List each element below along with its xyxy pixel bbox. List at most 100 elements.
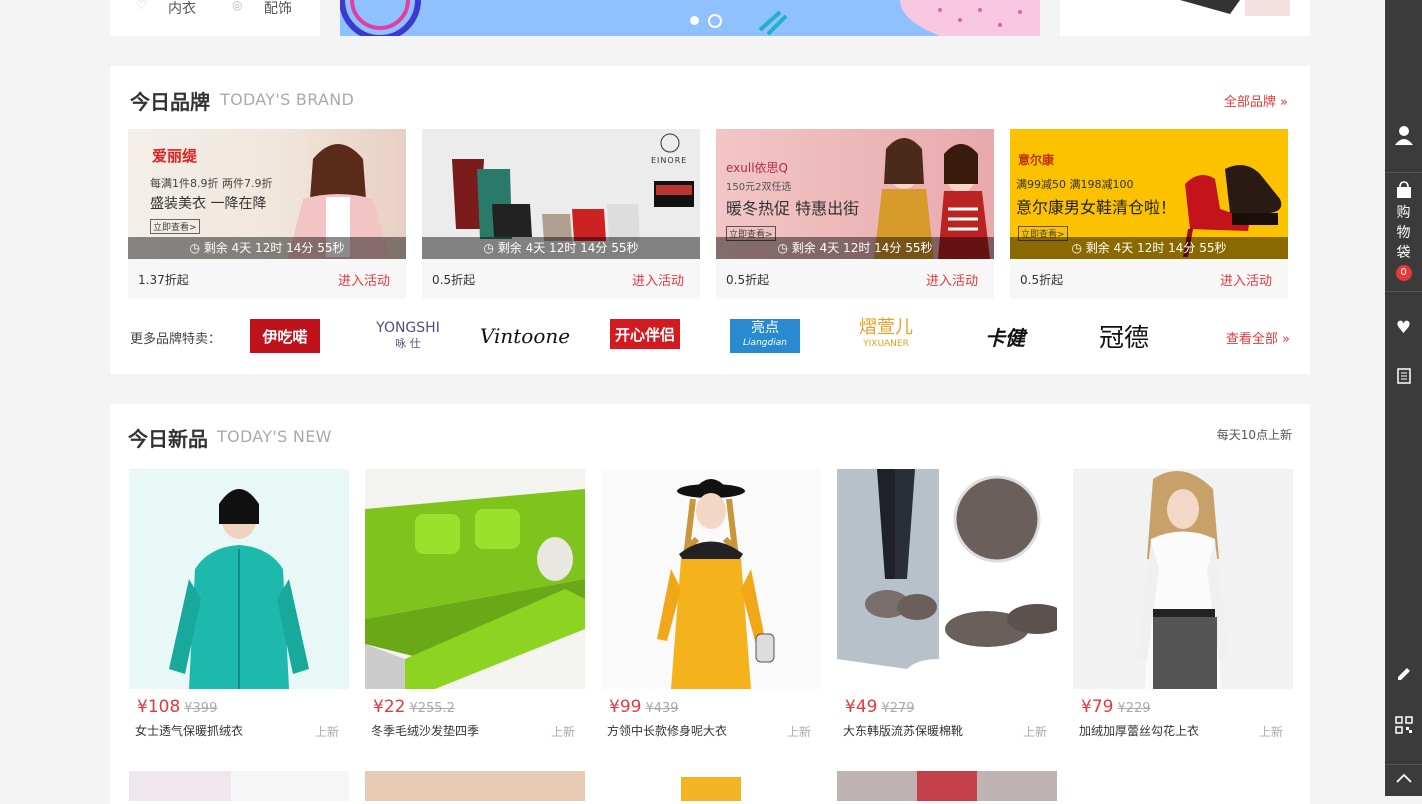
product-price: ¥49 ¥279 bbox=[845, 697, 915, 717]
product-card[interactable]: ¥99 ¥439 方领中长款修身呢大衣 上新 bbox=[601, 469, 821, 759]
brand-logo-yichinuo[interactable]: 伊吃喏 bbox=[250, 319, 320, 353]
countdown-timer: ◷ 剩余 4天 12时 14分 55秒 bbox=[128, 237, 406, 259]
product-price: ¥99 ¥439 bbox=[609, 697, 679, 717]
current-price: ¥99 bbox=[609, 697, 642, 717]
brand-banner-image: 意尔康 满99减50 满198减100 意尔康男女鞋清仓啦！ 立即查看> ◷ 剩… bbox=[1010, 129, 1288, 259]
brand-logo-guande[interactable]: 冠德 bbox=[1086, 319, 1162, 353]
heart-icon[interactable]: ♥ bbox=[1385, 318, 1422, 340]
clock-icon: ◷ bbox=[777, 241, 792, 255]
discount-text: 0.5折起 bbox=[432, 273, 476, 287]
product-card[interactable]: ¥22 ¥255.2 冬季毛绒沙发垫四季 上新 bbox=[365, 469, 585, 759]
new-tag: 上新 bbox=[314, 725, 339, 739]
product-name[interactable]: 冬季毛绒沙发垫四季 bbox=[371, 722, 479, 739]
countdown-timer: ◷ 剩余 4天 12时 14分 55秒 bbox=[716, 237, 994, 259]
carousel-dot-1[interactable] bbox=[690, 16, 699, 25]
product-image-partial[interactable] bbox=[365, 771, 585, 801]
history-icon[interactable] bbox=[1385, 368, 1422, 388]
product-price: ¥22 ¥255.2 bbox=[373, 697, 455, 717]
clock-icon: ◷ bbox=[189, 241, 204, 255]
brand-promo: 150元2双任选 bbox=[726, 182, 792, 193]
product-card[interactable]: ¥79 ¥229 加绒加厚蕾丝勾花上衣 上新 bbox=[1073, 469, 1293, 759]
carousel-banner[interactable] bbox=[340, 0, 1040, 36]
countdown-timer: ◷ 剩余 4天 12时 14分 55秒 bbox=[1010, 237, 1288, 259]
product-image bbox=[1073, 469, 1293, 689]
category-underwear[interactable]: 内衣 bbox=[168, 0, 196, 18]
brand-headline: 盛装美衣 一降在降 bbox=[150, 196, 267, 212]
current-price: ¥79 bbox=[1081, 697, 1114, 717]
view-all-brands-link[interactable]: 查看全部 » bbox=[1226, 328, 1290, 347]
edit-icon[interactable] bbox=[1385, 665, 1422, 685]
section-subtitle: TODAY'S NEW bbox=[217, 427, 332, 446]
section-title: 今日新品 bbox=[128, 427, 208, 451]
new-tag: 上新 bbox=[1258, 725, 1283, 739]
product-image-partial[interactable] bbox=[129, 771, 231, 801]
brand-logo-vintoone[interactable]: Vintoone bbox=[480, 319, 570, 353]
cart-label: 购物袋 bbox=[1396, 205, 1411, 261]
enter-activity-link[interactable]: 进入活动 bbox=[926, 270, 978, 289]
enter-activity-link[interactable]: 进入活动 bbox=[338, 270, 390, 289]
product-price: ¥108 ¥399 bbox=[137, 697, 217, 717]
enter-activity-link[interactable]: 进入活动 bbox=[1220, 270, 1272, 289]
qrcode-icon[interactable] bbox=[1385, 716, 1422, 738]
brand-logo-subtext: YIXUANER bbox=[863, 339, 909, 349]
category-accessory[interactable]: 配饰 bbox=[264, 0, 292, 18]
new-tag: 上新 bbox=[550, 725, 575, 739]
category-strip: ♡ 内衣 ◎ 配饰 bbox=[110, 0, 320, 36]
brand-logo-kajian[interactable]: 卡健 bbox=[970, 319, 1040, 353]
shopping-cart-button[interactable]: 购物袋 0 bbox=[1385, 172, 1422, 292]
product-image-partial[interactable] bbox=[231, 771, 349, 801]
product-image bbox=[129, 469, 349, 689]
product-name[interactable]: 大东韩版流苏保暖棉靴 bbox=[843, 722, 963, 739]
shopping-bag-icon bbox=[1396, 181, 1411, 198]
brand-logo-text: YONGSHI bbox=[376, 320, 440, 336]
user-icon[interactable] bbox=[1385, 125, 1422, 155]
brand-logo-kaixin[interactable]: 开心伴侣 bbox=[610, 319, 680, 349]
more-brands-label: 更多品牌特卖： bbox=[130, 332, 222, 347]
brand-card[interactable]: EINORE ◷ 剩余 4天 12时 14分 55秒 0.5折起 进入活动 bbox=[422, 129, 700, 299]
product-name[interactable]: 女士透气保暖抓绒衣 bbox=[135, 722, 243, 739]
countdown-timer: ◷ 剩余 4天 12时 14分 55秒 bbox=[422, 237, 700, 259]
brand-logo-yongshi[interactable]: YONGSHI 咏 仕 bbox=[368, 319, 448, 353]
brand-card[interactable]: 意尔康 满99减50 满198减100 意尔康男女鞋清仓啦！ 立即查看> ◷ 剩… bbox=[1010, 129, 1288, 299]
brand-name: EINORE bbox=[651, 156, 688, 165]
back-to-top-icon[interactable] bbox=[1385, 764, 1422, 786]
discount-text: 0.5折起 bbox=[1020, 273, 1064, 287]
current-price: ¥108 bbox=[137, 697, 181, 717]
partial-art bbox=[917, 771, 977, 801]
daily-new-note: 每天10点上新 bbox=[1216, 428, 1292, 442]
brand-logo-text: 熠萱儿 bbox=[859, 317, 913, 338]
original-price: ¥439 bbox=[645, 701, 679, 716]
original-price: ¥279 bbox=[881, 701, 915, 716]
brand-logo-liangdian[interactable]: 亮点 Liangdian bbox=[730, 319, 800, 353]
brand-promo: 每满1件8.9折 两件7.9折 bbox=[150, 177, 273, 190]
brand-card[interactable]: exull依思Q 150元2双任选 暖冬热促 特惠出街 立即查看> ◷ 剩余 4… bbox=[716, 129, 994, 299]
brand-headline: 意尔康男女鞋清仓啦！ bbox=[1016, 198, 1177, 217]
underwear-icon: ♡ bbox=[136, 0, 147, 12]
carousel-dot-2[interactable] bbox=[708, 14, 722, 28]
clock-icon: ◷ bbox=[1071, 241, 1086, 255]
original-price: ¥229 bbox=[1117, 701, 1151, 716]
today-brand-section: 今日品牌 TODAY'S BRAND 全部品牌 » 爱丽缇 每满1件8.9折 两… bbox=[110, 66, 1310, 374]
new-tag: 上新 bbox=[786, 725, 811, 739]
side-banner[interactable] bbox=[1060, 0, 1310, 36]
product-image-partial[interactable] bbox=[837, 771, 1057, 801]
brand-logo-yixuaner[interactable]: 熠萱儿 YIXUANER bbox=[848, 319, 924, 353]
brand-promo: 满99减50 满198减100 bbox=[1016, 178, 1134, 191]
product-card[interactable]: ¥49 ¥279 大东韩版流苏保暖棉靴 上新 bbox=[837, 469, 1057, 759]
product-card[interactable]: ¥108 ¥399 女士透气保暖抓绒衣 上新 bbox=[129, 469, 349, 759]
original-price: ¥255.2 bbox=[409, 701, 455, 716]
product-price: ¥79 ¥229 bbox=[1081, 697, 1151, 717]
product-image-partial[interactable] bbox=[601, 771, 821, 801]
all-brands-link[interactable]: 全部品牌 » bbox=[1224, 91, 1288, 110]
enter-activity-link[interactable]: 进入活动 bbox=[632, 270, 684, 289]
side-banner-art bbox=[1180, 0, 1290, 16]
product-name[interactable]: 加绒加厚蕾丝勾花上衣 bbox=[1079, 722, 1199, 739]
section-title: 今日品牌 bbox=[130, 90, 210, 114]
accessory-icon: ◎ bbox=[232, 0, 243, 12]
brand-card[interactable]: 爱丽缇 每满1件8.9折 两件7.9折 盛装美衣 一降在降 立即查看> ◷ 剩余… bbox=[128, 129, 406, 299]
clock-icon: ◷ bbox=[483, 241, 498, 255]
new-tag: 上新 bbox=[1022, 725, 1047, 739]
brand-headline: 暖冬热促 特惠出街 bbox=[726, 199, 860, 218]
partial-art bbox=[681, 777, 741, 801]
product-name[interactable]: 方领中长款修身呢大衣 bbox=[607, 722, 727, 739]
